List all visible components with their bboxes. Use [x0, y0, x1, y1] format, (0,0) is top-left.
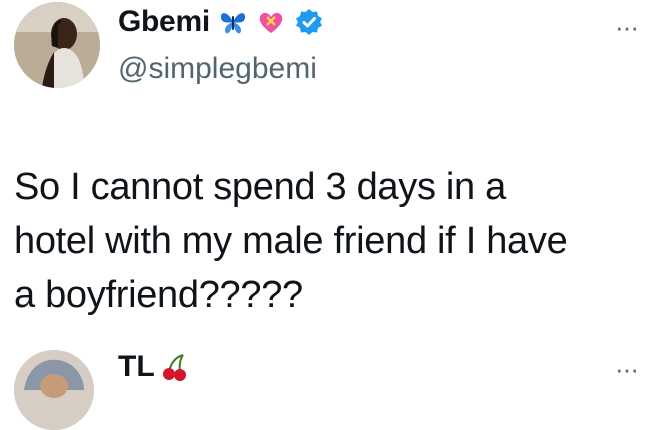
- tweet-text-line: a boyfriend?????: [14, 274, 303, 316]
- reply-avatar[interactable]: [14, 350, 94, 430]
- display-name[interactable]: Gbemi: [118, 5, 210, 39]
- butterfly-emoji: [218, 7, 248, 37]
- tweet-text-line: hotel with my male friend if I have: [14, 220, 568, 262]
- reply-display-name[interactable]: TL: [118, 350, 155, 384]
- reply-more-options-icon[interactable]: ···: [615, 354, 639, 385]
- reply-tweet: TL ···: [0, 338, 672, 430]
- verified-badge-icon: [294, 7, 324, 37]
- heart-with-ribbon-emoji: [256, 7, 286, 37]
- reply-avatar-photo: [14, 350, 94, 430]
- author-row: Gbemi: [118, 2, 324, 42]
- tweet-text-line: So I cannot spend 3 days in a: [14, 166, 506, 208]
- tweet-text: So I cannot spend 3 days in a hotel with…: [14, 160, 654, 322]
- reply-author-row: TL: [118, 350, 189, 384]
- author-handle[interactable]: @simplegbemi: [118, 52, 317, 86]
- avatar[interactable]: [14, 2, 100, 88]
- avatar-photo: [14, 2, 100, 88]
- more-options-icon[interactable]: ···: [615, 12, 639, 43]
- tweet: Gbemi @simplegbemi ··· So I cannot spend…: [0, 0, 672, 340]
